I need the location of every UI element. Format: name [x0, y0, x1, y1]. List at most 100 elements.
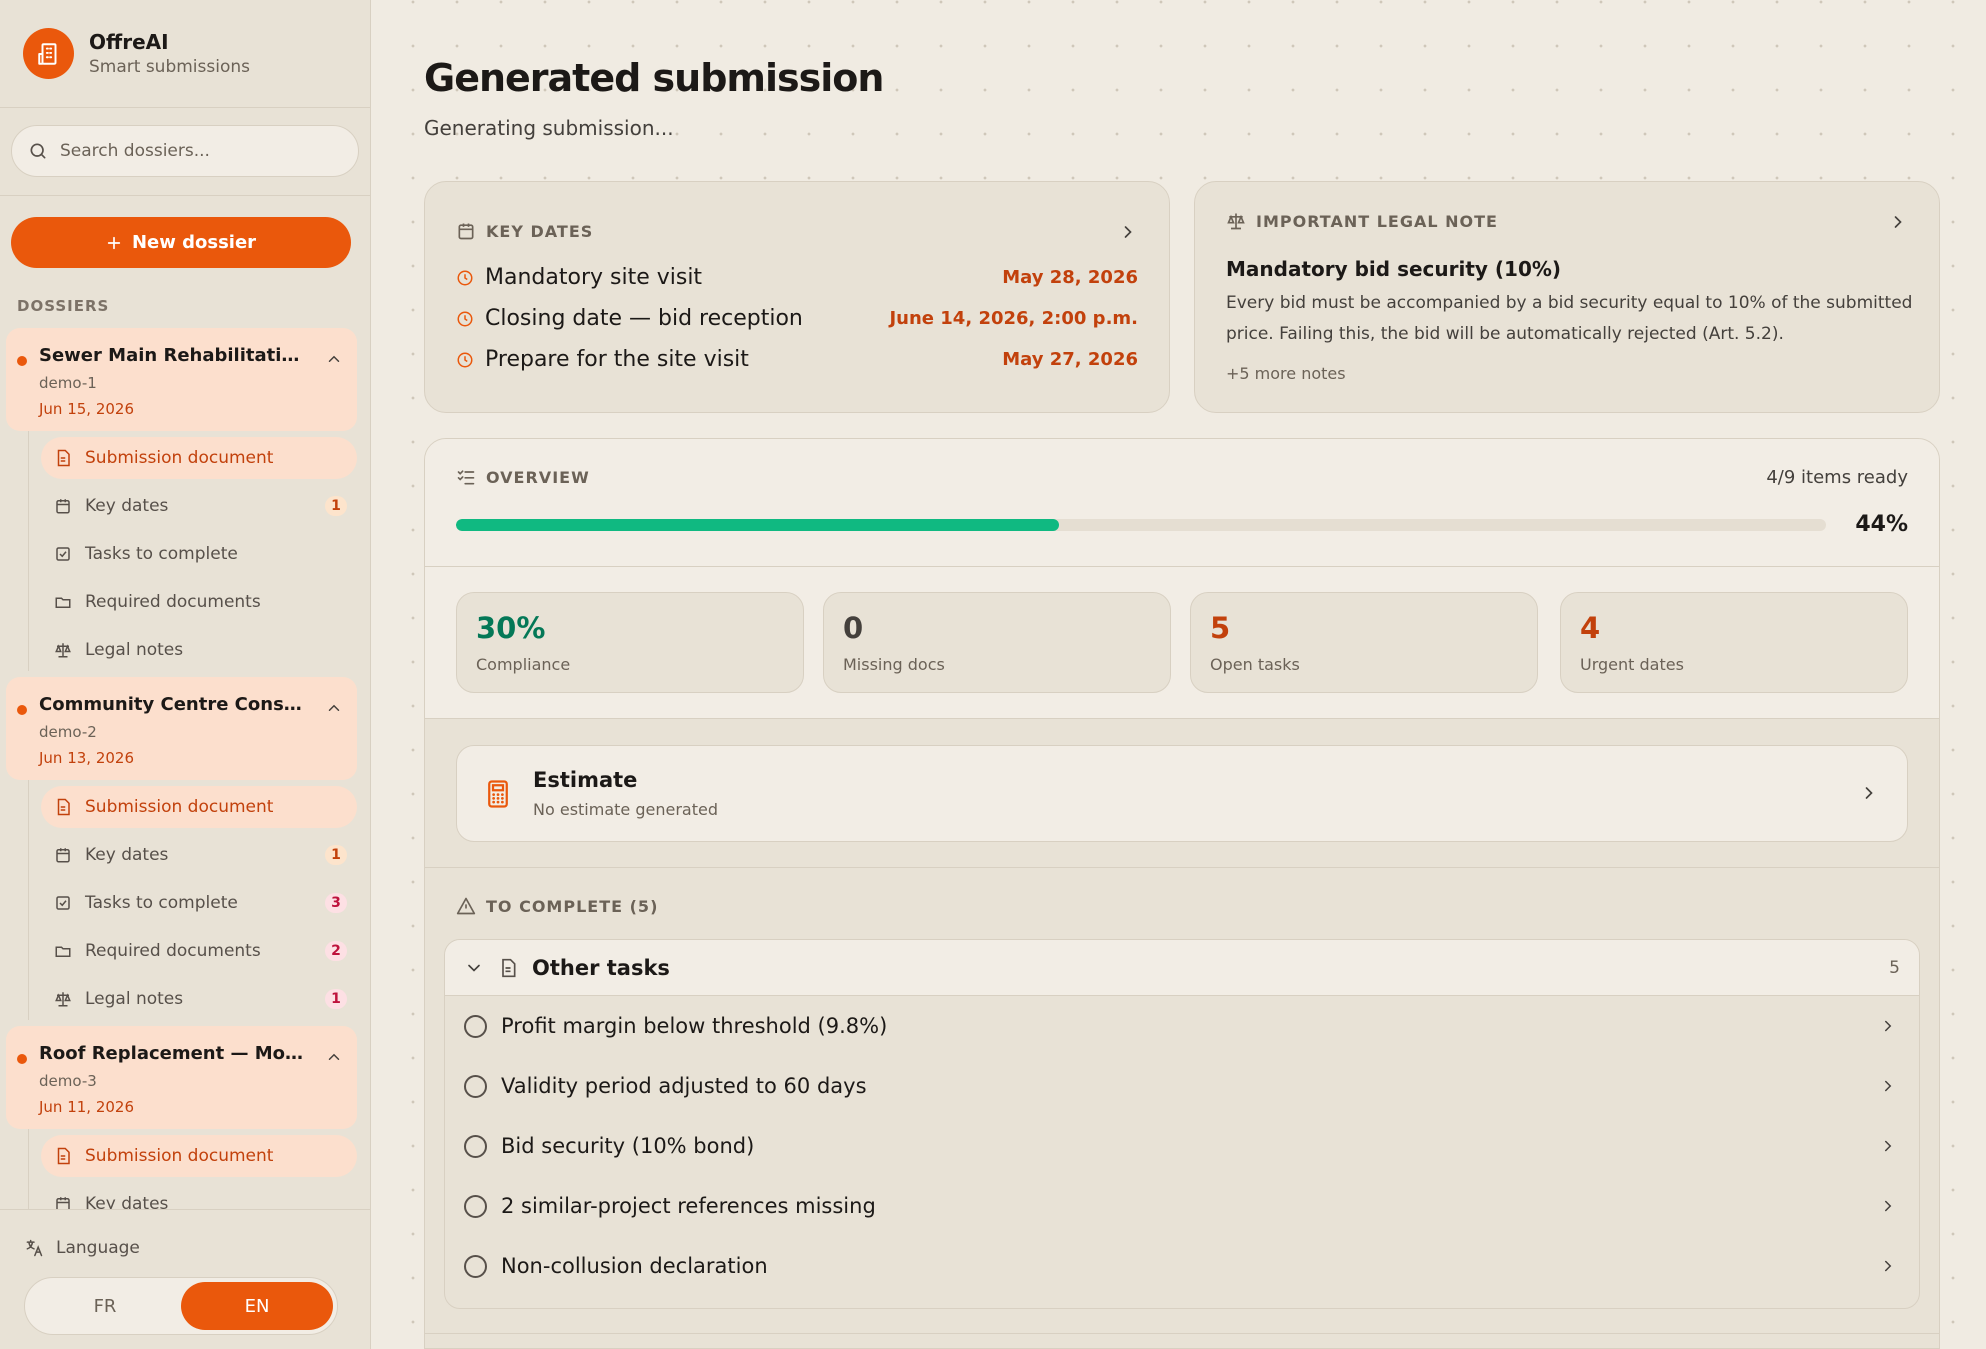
building-logo-icon [23, 28, 74, 79]
dossiers-section-label: DOSSIERS [17, 297, 110, 315]
status-dot [17, 356, 27, 366]
search-input[interactable]: Search dossiers... [11, 125, 359, 177]
nav-key-dates[interactable]: Key dates [41, 1183, 357, 1210]
estimate-card[interactable]: Estimate No estimate generated [456, 745, 1908, 842]
dossier-card[interactable]: Roof Replacement — Mont-R... demo-3 Jun … [6, 1026, 357, 1129]
calendar-icon [56, 499, 70, 514]
legal-note-caption: IMPORTANT LEGAL NOTE [1256, 211, 1498, 231]
task-checkbox[interactable] [464, 1254, 487, 1278]
clock-icon [457, 352, 473, 367]
chevron-right-icon[interactable] [1888, 212, 1908, 232]
dossier-date: Jun 11, 2026 [39, 1098, 135, 1116]
chevron-right-icon[interactable] [1859, 783, 1879, 803]
translate-icon [26, 1239, 43, 1257]
nav-label: Required documents [85, 592, 261, 612]
key-date-label: Mandatory site visit [485, 265, 703, 290]
task-label: Bid security (10% bond) [501, 1134, 755, 1158]
calculator-icon [488, 780, 508, 808]
task-item[interactable]: Bid security (10% bond) [445, 1116, 1919, 1176]
key-date-value: June 14, 2026, 2:00 p.m. [889, 308, 1138, 329]
scale-icon [1227, 213, 1245, 230]
task-checkbox[interactable] [464, 1074, 487, 1098]
status-dot [17, 1054, 27, 1064]
to-complete-caption: TO COMPLETE (5) [486, 896, 659, 916]
task-item[interactable]: Non-collusion declaration [445, 1236, 1919, 1296]
key-dates-card[interactable]: KEY DATES Mandatory site visit May 28, 2… [424, 181, 1170, 413]
dossier-date: Jun 15, 2026 [39, 400, 135, 418]
nav-legal-notes[interactable]: Legal notes [41, 629, 357, 671]
chevron-up-icon[interactable] [325, 699, 343, 717]
task-item[interactable]: Validity period adjusted to 60 days [445, 1056, 1919, 1116]
stat-open-tasks: 5 Open tasks [1190, 592, 1538, 693]
document-icon [57, 1147, 70, 1165]
nav-submission-document[interactable]: Submission document [41, 786, 357, 828]
dossier-code: demo-1 [39, 374, 97, 392]
chevron-right-icon[interactable] [1879, 1197, 1897, 1215]
dossier-card[interactable]: Community Centre Construct... demo-2 Jun… [6, 677, 357, 780]
nav-submission-document[interactable]: Submission document [41, 437, 357, 479]
chevron-right-icon[interactable] [1879, 1137, 1897, 1155]
task-item[interactable]: Profit margin below threshold (9.8%) [445, 996, 1919, 1056]
chevron-right-icon[interactable] [1879, 1077, 1897, 1095]
items-ready-text: 4/9 items ready [1766, 467, 1908, 488]
clock-icon [457, 270, 473, 285]
key-dates-caption: KEY DATES [486, 221, 594, 241]
task-item[interactable]: 2 similar-project references missing [445, 1176, 1919, 1236]
stat-compliance: 30% Compliance [456, 592, 804, 693]
calendar-icon [56, 848, 70, 863]
task-checkbox[interactable] [464, 1014, 487, 1038]
app-name: OffreAI [89, 30, 169, 54]
nav-tasks-to-complete[interactable]: Tasks to complete 3 [41, 882, 357, 924]
nav-tasks-to-complete[interactable]: Tasks to complete [41, 533, 357, 575]
more-notes-link[interactable]: +5 more notes [1226, 364, 1346, 383]
nav-required-documents[interactable]: Required documents [41, 581, 357, 623]
overview-panel: OVERVIEW 4/9 items ready 44% 30% Complia… [424, 438, 1940, 1349]
task-checkbox[interactable] [464, 1194, 487, 1218]
stat-label: Missing docs [843, 655, 945, 674]
folder-icon [55, 946, 71, 957]
task-group-header[interactable]: Other tasks 5 [445, 940, 1919, 996]
nav-legal-notes[interactable]: Legal notes 1 [41, 978, 357, 1020]
chevron-right-icon[interactable] [1118, 222, 1138, 242]
chevron-right-icon[interactable] [1879, 1257, 1897, 1275]
progress-fill [456, 519, 1059, 531]
dossier-title: Sewer Main Rehabilitation — ... [39, 345, 309, 366]
task-checkbox[interactable] [464, 1134, 487, 1158]
chevron-up-icon[interactable] [325, 350, 343, 368]
key-date-label: Closing date — bid reception [485, 306, 803, 331]
new-dossier-label: New dossier [131, 232, 257, 253]
legal-note-card[interactable]: IMPORTANT LEGAL NOTE Mandatory bid secur… [1194, 181, 1940, 413]
nav-key-dates[interactable]: Key dates 1 [41, 834, 357, 876]
key-date-label: Prepare for the site visit [485, 347, 749, 372]
chevron-down-icon[interactable] [464, 958, 484, 978]
chevron-right-icon[interactable] [1879, 1017, 1897, 1035]
scale-icon [55, 643, 71, 658]
progress-bar [456, 519, 1826, 531]
language-option-en[interactable]: EN [181, 1282, 333, 1330]
nav-submission-document[interactable]: Submission document [41, 1135, 357, 1177]
dossier-date: Jun 13, 2026 [39, 749, 135, 767]
new-dossier-button[interactable]: New dossier [11, 217, 351, 268]
count-badge: 1 [325, 496, 347, 516]
nav-label: Legal notes [85, 640, 184, 660]
dossier-list: Sewer Main Rehabilitation — ... demo-1 J… [0, 322, 370, 1210]
plus-icon [107, 236, 121, 249]
dossier-title: Community Centre Construct... [39, 694, 309, 715]
sidebar: OffreAI Smart submissions Search dossier… [0, 0, 371, 1349]
dossier-code: demo-2 [39, 723, 97, 741]
estimate-title: Estimate [533, 768, 638, 792]
main-content: Generated submission Generating submissi… [371, 0, 1986, 1349]
nav-required-documents[interactable]: Required documents 2 [41, 930, 357, 972]
task-label: Profit margin below threshold (9.8%) [501, 1014, 888, 1038]
nav-key-dates[interactable]: Key dates 1 [41, 485, 357, 527]
clock-icon [457, 311, 473, 326]
count-badge: 3 [325, 893, 347, 913]
progress-percent: 44% [1855, 512, 1908, 537]
task-group-title: Other tasks [532, 955, 670, 980]
language-label: Language [56, 1238, 140, 1258]
task-label: Validity period adjusted to 60 days [501, 1074, 867, 1098]
language-option-fr[interactable]: FR [29, 1282, 181, 1330]
language-toggle[interactable]: FR EN [24, 1277, 338, 1335]
dossier-card[interactable]: Sewer Main Rehabilitation — ... demo-1 J… [6, 328, 357, 431]
chevron-up-icon[interactable] [325, 1048, 343, 1066]
